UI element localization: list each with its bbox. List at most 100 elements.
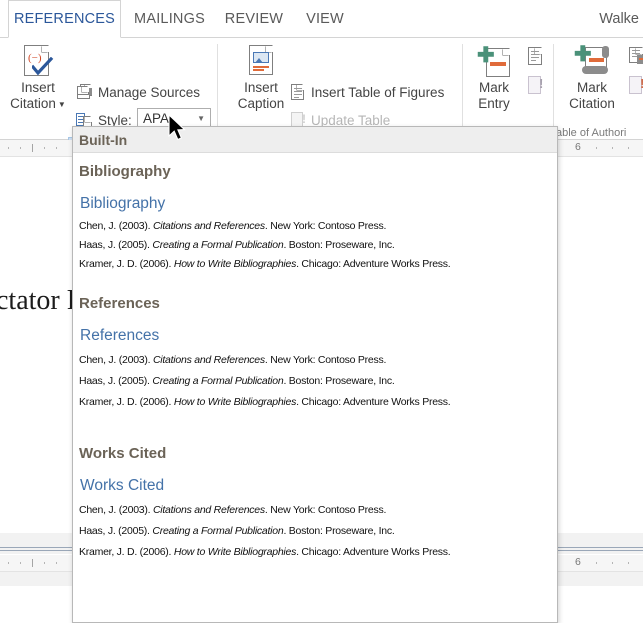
insert-table-of-figures-button[interactable]: Insert Table of Figures [286,81,447,103]
ribbon-group-authorities-label: able of Authori [556,127,627,139]
ribbon-group-citations: (−) Insert Citation ▼ Manage Sources Sty… [0,38,218,161]
update-index-button[interactable]: ! [523,74,547,98]
reference-author: Kramer, J. D. (2006). [79,396,174,408]
reference-author: Haas, J. (2005). [79,525,153,537]
mark-entry-label-line2: Entry [478,96,510,111]
gallery-section-title: References [79,295,160,312]
gallery-section-title: Works Cited [79,445,167,462]
gallery-section-bibliography: Bibliography Bibliography Chen, J. (2003… [73,153,557,275]
reference-author: Chen, J. (2003). [79,220,153,232]
gallery-item-references[interactable]: References Chen, J. (2003). Citations an… [79,326,551,413]
reference-author: Haas, J. (2005). [79,239,153,251]
manage-sources-icon [75,83,93,101]
gallery-reference-line: Kramer, J. D. (2006). How to Write Bibli… [79,258,551,271]
ribbon-tab-strip: REFERENCES MAILINGS REVIEW VIEW Walke [0,0,643,38]
gallery-item-heading: Works Cited [80,477,165,494]
tab-review-label: REVIEW [224,11,284,27]
reference-publisher: . Boston: Proseware, Inc. [283,525,395,537]
insert-index-button[interactable] [523,45,547,69]
reference-publisher: . New York: Contoso Press. [264,354,387,366]
mark-citation-icon: ✚ [572,44,612,80]
ribbon: (−) Insert Citation ▼ Manage Sources Sty… [0,37,643,161]
gallery-header-label: Built-In [79,131,128,148]
gallery-reference-line: Haas, J. (2005). Creating a Formal Publi… [79,239,551,252]
insert-caption-label-line1: Insert [244,80,278,95]
tab-mailings[interactable]: MAILINGS [127,0,212,38]
gallery-header: Built-In [73,127,557,153]
tab-view[interactable]: VIEW [298,0,352,38]
gallery-item-works-cited[interactable]: Works Cited Chen, J. (2003). Citations a… [79,476,551,563]
insert-caption-label-line2: Caption [237,96,285,111]
insert-caption-icon [244,44,278,80]
reference-publisher: . Boston: Proseware, Inc. [283,239,395,251]
insert-caption-button[interactable]: Insert Caption [230,44,292,112]
ruler-number-top: 6 [575,141,581,153]
gallery-reference-line: Chen, J. (2003). Citations and Reference… [79,354,551,367]
chevron-down-icon[interactable]: ▼ [197,114,207,123]
tab-references[interactable]: REFERENCES [8,0,121,38]
reference-title: How to Write Bibliographies [173,258,297,270]
reference-title: How to Write Bibliographies [173,396,297,408]
word-application-window: REFERENCES MAILINGS REVIEW VIEW Walke (−… [0,0,643,623]
insert-table-of-authorities-button[interactable] [626,45,643,69]
insert-citation-label-line2: Citation [10,96,56,111]
insert-citation-button[interactable]: (−) Insert Citation ▼ [8,44,68,112]
gallery-item-heading: Bibliography [80,195,166,212]
reference-title: Citations and References [152,220,265,232]
mark-entry-icon: ✚ [475,44,513,80]
ribbon-group-authorities: ✚ Mark Citation ! [554,38,643,140]
reference-author: Chen, J. (2003). [79,354,153,366]
user-account-name[interactable]: Walke [599,0,639,38]
insert-citation-label-line1: Insert [21,80,55,95]
bibliography-gallery-dropdown[interactable]: Built-In Bibliography Bibliography Chen,… [72,126,558,623]
reference-publisher: . New York: Contoso Press. [264,504,387,516]
tab-references-label: REFERENCES [13,11,116,27]
gallery-reference-line: Kramer, J. D. (2006). How to Write Bibli… [79,546,551,559]
gallery-reference-line: Haas, J. (2005). Creating a Formal Publi… [79,375,551,388]
insert-citation-icon: (−) [21,44,55,80]
reference-publisher: . New York: Contoso Press. [264,220,387,232]
table-of-figures-icon [289,83,306,101]
insert-index-icon [526,46,543,67]
reference-publisher: . Chicago: Adventure Works Press. [296,546,451,558]
reference-author: Chen, J. (2003). [79,504,153,516]
manage-sources-button[interactable]: Manage Sources [72,81,203,103]
ribbon-group-index: ✚ Mark Entry ! Index [463,38,554,140]
document-heading: ctator F [0,285,83,316]
update-table-authorities-button[interactable]: ! [626,74,643,98]
reference-title: Creating a Formal Publication [152,525,284,537]
ribbon-group-captions: Insert Caption Insert Table of Figures ! [218,38,463,156]
reference-title: Citations and References [152,504,265,516]
gallery-section-title: Bibliography [79,163,171,180]
gallery-reference-line: Kramer, J. D. (2006). How to Write Bibli… [79,396,551,409]
reference-publisher: . Chicago: Adventure Works Press. [296,396,451,408]
gallery-section-works-cited: Works Cited Works Cited Chen, J. (2003).… [73,435,557,563]
update-index-icon: ! [526,76,543,96]
reference-author: Haas, J. (2005). [79,375,153,387]
reference-author: Kramer, J. D. (2006). [79,258,174,270]
gallery-section-references: References References Chen, J. (2003). C… [73,285,557,413]
tab-review[interactable]: REVIEW [218,0,290,38]
mark-citation-label-line1: Mark [577,80,607,95]
gallery-reference-line: Chen, J. (2003). Citations and Reference… [79,504,551,517]
gallery-item-bibliography[interactable]: Bibliography Chen, J. (2003). Citations … [79,194,551,275]
chevron-down-icon: ▼ [57,99,66,109]
mark-entry-button[interactable]: ✚ Mark Entry [468,44,520,112]
reference-title: Creating a Formal Publication [152,375,284,387]
manage-sources-label: Manage Sources [98,84,201,100]
tab-mailings-label: MAILINGS [134,11,205,27]
mark-citation-button[interactable]: ✚ Mark Citation [559,44,625,112]
tab-view-label: VIEW [306,11,344,27]
reference-title: How to Write Bibliographies [173,546,297,558]
reference-title: Citations and References [152,354,265,366]
reference-publisher: . Boston: Proseware, Inc. [283,375,395,387]
update-table-authorities-icon: ! [629,76,643,96]
reference-author: Kramer, J. D. (2006). [79,546,174,558]
ruler-number-bottom: 6 [575,556,581,568]
mark-citation-label-line2: Citation [569,96,615,111]
gallery-reference-line: Haas, J. (2005). Creating a Formal Publi… [79,525,551,538]
gallery-reference-line: Chen, J. (2003). Citations and Reference… [79,220,551,233]
gallery-item-heading: References [80,327,160,344]
reference-title: Creating a Formal Publication [152,239,284,251]
reference-publisher: . Chicago: Adventure Works Press. [296,258,451,270]
